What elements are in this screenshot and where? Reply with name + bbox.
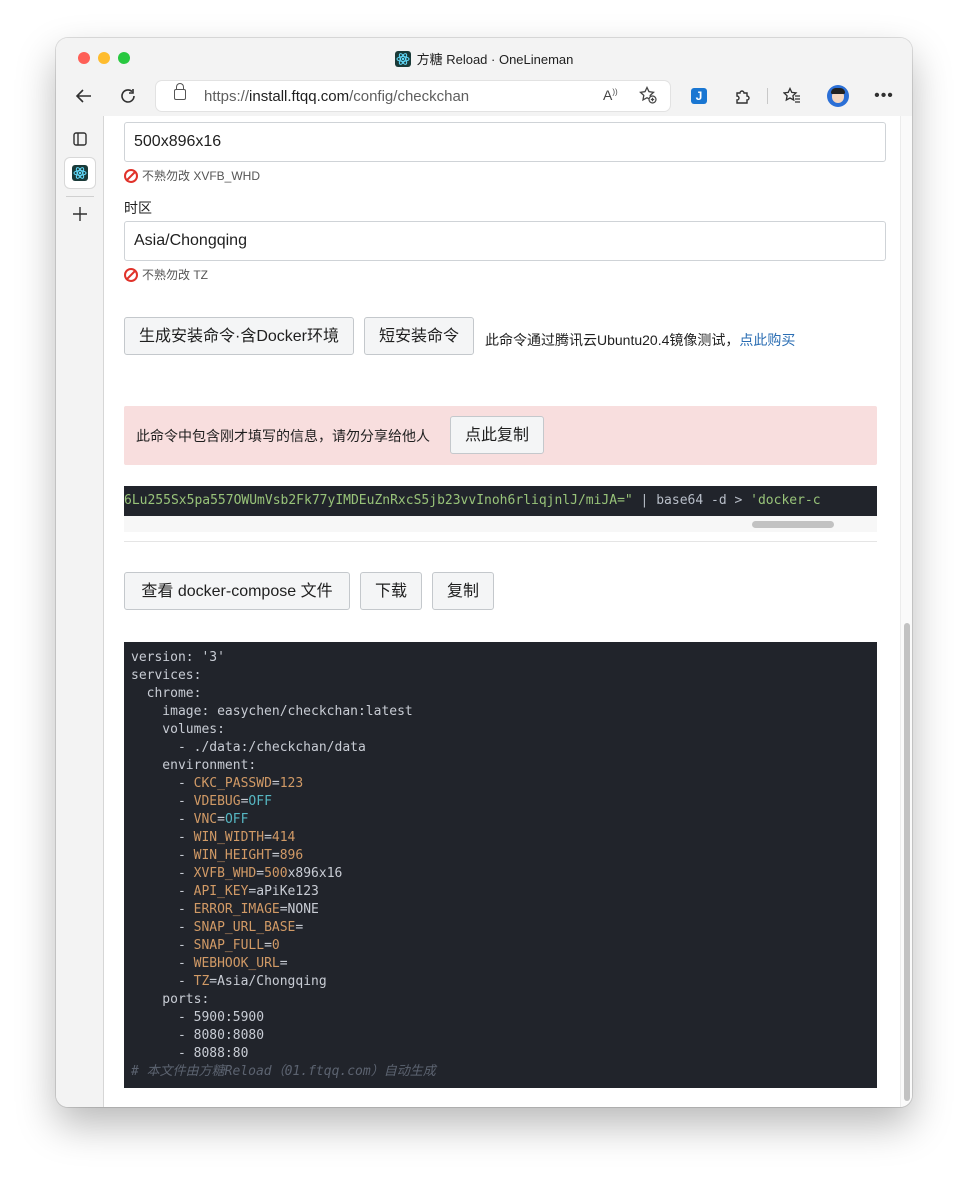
code-line: environment: <box>131 758 257 773</box>
env-line: - SNAP_FULL=0 <box>131 938 280 953</box>
env-line: - VDEBUG=OFF <box>131 794 272 809</box>
env-line: - CKC_PASSWD=123 <box>131 776 304 791</box>
test-note: 此命令通过腾讯云Ubuntu20.4镜像测试，点此购买 <box>485 332 796 348</box>
page-content: 500x896x16 不熟勿改 XVFB_WHD 时区 Asia/Chongqi… <box>104 116 900 1107</box>
code-line: - 8080:8080 <box>131 1028 265 1043</box>
react-logo-icon <box>72 165 88 181</box>
read-aloud-icon[interactable]: A)) <box>603 87 618 103</box>
lock-icon <box>174 83 186 100</box>
divider <box>124 541 877 542</box>
env-line: - API_KEY=aPiKe123 <box>131 884 319 899</box>
sidebar-divider <box>66 196 94 197</box>
env-line: - WIN_WIDTH=414 <box>131 830 296 845</box>
env-line: - ERROR_IMAGE=NONE <box>131 902 319 917</box>
browser-toolbar: https://install.ftqq.com/config/checkcha… <box>56 76 912 116</box>
env-line: - SNAP_URL_BASE= <box>131 920 304 935</box>
code-line: - ./data:/checkchan/data <box>131 740 366 755</box>
env-line: - WIN_HEIGHT=896 <box>131 848 304 863</box>
timezone-hint: 不熟勿改 TZ <box>124 266 208 283</box>
env-line: - XVFB_WHD=500x896x16 <box>131 866 343 881</box>
window-title: 方糖 Reload · OneLineman <box>56 49 912 68</box>
compose-code-block: version: '3' services: chrome: image: ea… <box>124 642 877 1088</box>
env-line: - TZ=Asia/Chongqing <box>131 974 327 989</box>
code-line: ports: <box>131 992 210 1007</box>
generate-command-button[interactable]: 生成安装命令·含Docker环境 <box>124 317 354 355</box>
alert-text: 此命令中包含刚才填写的信息，请勿分享给他人 <box>136 428 430 444</box>
resolution-hint: 不熟勿改 XVFB_WHD <box>124 167 260 184</box>
tab-title-text: 方糖 Reload · OneLineman <box>416 52 574 67</box>
horizontal-scrollbar[interactable] <box>124 516 877 532</box>
code-comment: # 本文件由方糖Reload（01.ftqq.com）自动生成 <box>131 1064 436 1079</box>
env-line: - VNC=OFF <box>131 812 249 827</box>
horizontal-scroll-thumb[interactable] <box>752 521 834 528</box>
code-line: version: '3' <box>131 650 225 665</box>
add-favorite-icon[interactable] <box>639 85 657 109</box>
timezone-input[interactable]: Asia/Chongqing <box>124 221 886 261</box>
vertical-scroll-thumb[interactable] <box>904 623 910 1101</box>
code-line: chrome: <box>131 686 202 701</box>
copy-compose-button[interactable]: 复制 <box>432 572 494 610</box>
vertical-tabs-sidebar <box>56 116 104 1107</box>
title-bar: 方糖 Reload · OneLineman <box>56 38 912 76</box>
resolution-input[interactable]: 500x896x16 <box>124 122 886 162</box>
browser-window: 方糖 Reload · OneLineman https://install.f… <box>56 38 912 1107</box>
code-line: - 5900:5900 <box>131 1010 265 1025</box>
extensions-puzzle-icon[interactable] <box>729 82 757 110</box>
more-options-icon[interactable]: ••• <box>870 82 898 110</box>
extension-j-icon[interactable]: J <box>685 82 713 110</box>
new-tab-plus-icon[interactable] <box>65 199 95 229</box>
back-arrow-icon[interactable] <box>70 82 98 110</box>
avatar[interactable] <box>824 82 852 110</box>
url-text: https://install.ftqq.com/config/checkcha… <box>204 88 470 105</box>
sidebar-tab-active[interactable] <box>65 158 95 188</box>
buy-link[interactable]: 点此购买 <box>739 332 795 348</box>
warning-alert: 此命令中包含刚才填写的信息，请勿分享给他人 点此复制 <box>124 406 877 465</box>
download-button[interactable]: 下载 <box>360 572 422 610</box>
tab-actions-icon[interactable] <box>65 124 95 154</box>
timezone-label: 时区 <box>124 200 152 216</box>
copy-command-button[interactable]: 点此复制 <box>450 416 544 454</box>
code-line: services: <box>131 668 202 683</box>
view-compose-button[interactable]: 查看 docker-compose 文件 <box>124 572 350 610</box>
prohibited-icon <box>124 169 138 183</box>
code-line: image: easychen/checkchan:latest <box>131 704 413 719</box>
prohibited-icon <box>124 268 138 282</box>
toolbar-divider <box>767 88 768 104</box>
refresh-icon[interactable] <box>114 82 142 110</box>
code-line: - 8088:80 <box>131 1046 249 1061</box>
favorites-icon[interactable] <box>778 82 806 110</box>
code-line: volumes: <box>131 722 225 737</box>
vertical-scrollbar[interactable] <box>900 116 912 1107</box>
short-command-button[interactable]: 短安装命令 <box>364 317 474 355</box>
env-line: - WEBHOOK_URL= <box>131 956 288 971</box>
address-bar[interactable]: https://install.ftqq.com/config/checkcha… <box>156 81 670 111</box>
install-command-block[interactable]: 6Lu255Sx5pa557OWUmVsb2Fk77yIMDEuZnRxcS5j… <box>124 486 877 516</box>
react-logo-icon <box>394 51 411 67</box>
